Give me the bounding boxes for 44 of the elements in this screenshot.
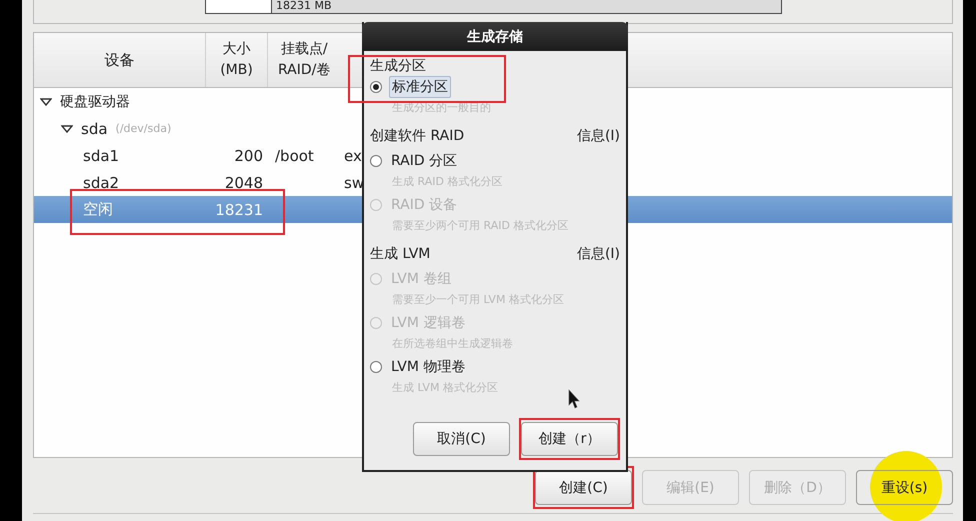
column-header: 设备 <box>34 33 206 87</box>
action-button[interactable]: 重设(s) <box>856 470 953 505</box>
dialog-button[interactable]: 创建（r） <box>521 422 618 456</box>
info-link[interactable]: 信息(I) <box>576 127 620 145</box>
device-name: sda2 <box>83 174 120 192</box>
tree-item[interactable]: 硬盘驱动器 <box>34 92 206 110</box>
radio-button[interactable] <box>370 81 382 93</box>
size-cell-text: 18231 <box>214 200 264 218</box>
section-heading: 生成分区 <box>370 57 426 75</box>
column-header: 大小 (MB) <box>206 33 268 87</box>
type-cell-text: ex <box>343 146 362 164</box>
expander-arrow-icon[interactable] <box>61 124 73 134</box>
device-name: 硬盘驱动器 <box>60 92 130 110</box>
option-label: LVM 逻辑卷 <box>390 314 466 333</box>
action-button[interactable]: 创建(C) <box>535 470 632 505</box>
device-path: (/dev/sda) <box>116 122 172 135</box>
section-heading: 创建软件 RAID <box>370 127 464 145</box>
option-label: LVM 卷组 <box>390 270 452 289</box>
device-name: sda1 <box>83 146 120 164</box>
radio-button[interactable] <box>370 361 382 373</box>
tree-item[interactable]: sda2 <box>34 174 206 192</box>
size-cell-text: 2048 <box>224 174 264 192</box>
option-label: RAID 分区 <box>390 152 458 171</box>
option-label: 标准分区 <box>389 76 451 98</box>
section-heading: 生成 LVM <box>370 245 430 263</box>
expander-arrow-icon[interactable] <box>40 96 52 106</box>
size-cell-text: 200 <box>233 146 264 164</box>
option-label: LVM 物理卷 <box>390 358 466 377</box>
radio-button[interactable] <box>370 155 382 167</box>
info-link[interactable]: 信息(I) <box>576 245 620 263</box>
mouse-pointer-icon <box>568 389 580 409</box>
radio-option[interactable]: 标准分区 <box>370 75 451 99</box>
dialog-title: 生成存储 <box>362 22 628 51</box>
free-space-label: 18231 MB <box>272 0 781 13</box>
option-label: RAID 设备 <box>390 196 458 215</box>
dialog-button[interactable]: 取消(C) <box>413 422 510 456</box>
tree-item[interactable]: sda (/dev/sda) <box>34 120 206 138</box>
tree-item[interactable]: sda1 <box>34 146 206 164</box>
device-name: sda <box>81 120 108 138</box>
column-header: 挂载点/ RAID/卷 <box>277 40 332 80</box>
radio-option[interactable]: LVM 物理卷 <box>370 355 468 379</box>
mount-point-cell-text: /boot <box>274 146 315 164</box>
radio-option[interactable]: RAID 分区 <box>370 149 460 173</box>
device-name: 空闲 <box>83 200 113 219</box>
